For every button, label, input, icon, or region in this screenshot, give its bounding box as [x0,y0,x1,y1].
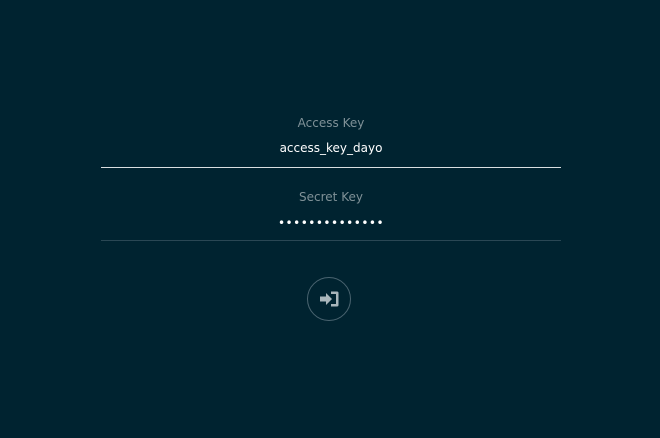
secret-key-input[interactable] [101,213,561,233]
access-key-input[interactable] [101,138,561,158]
access-key-field: Access Key [101,114,561,168]
access-key-label: Access Key [297,116,365,130]
secret-key-field: Secret Key [101,188,561,241]
secret-key-label: Secret Key [299,190,363,204]
login-submit-button[interactable] [307,277,351,321]
login-form: Access Key Secret Key [0,0,660,438]
sign-in-icon [318,290,340,308]
